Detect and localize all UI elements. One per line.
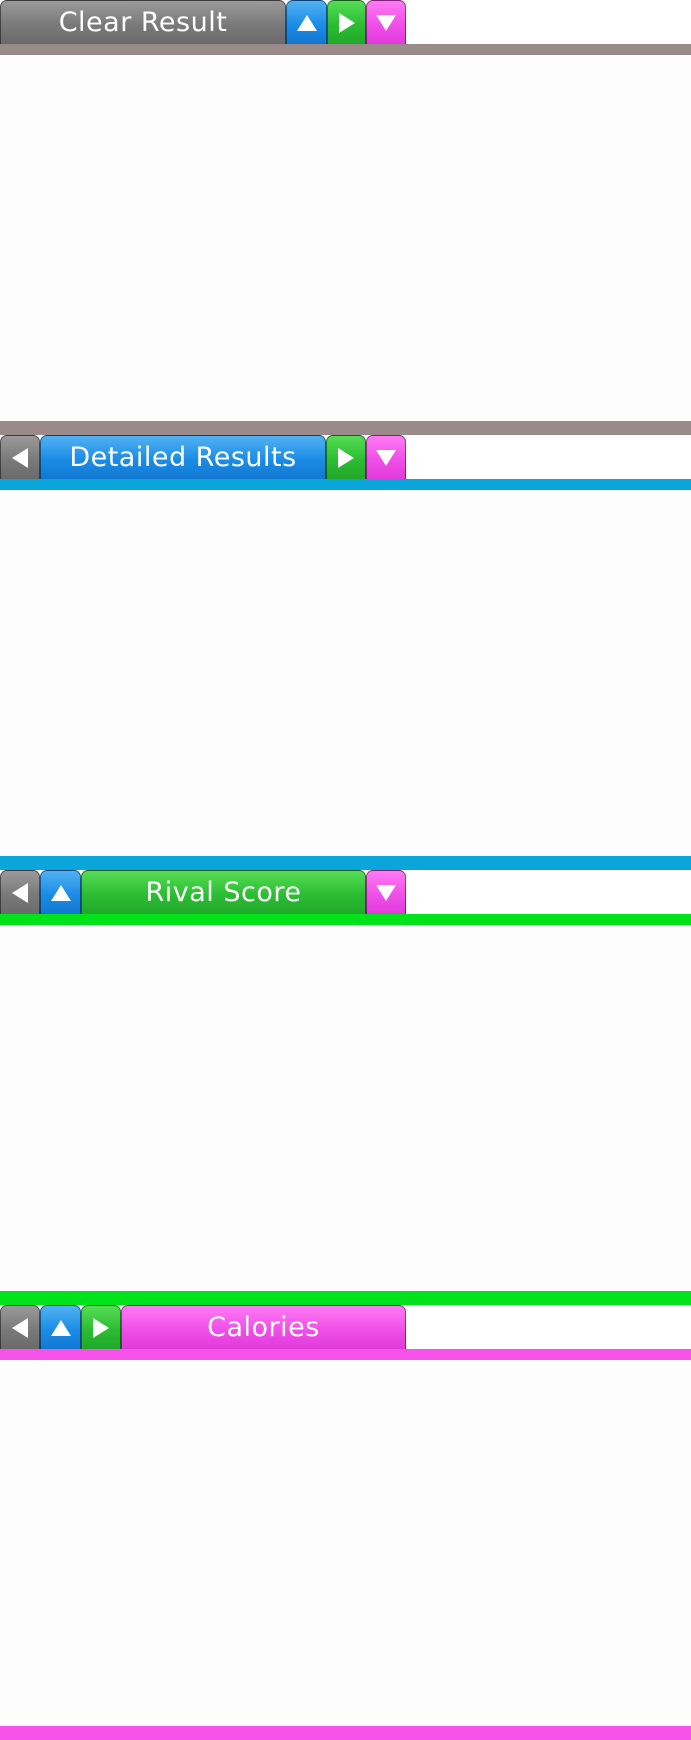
tab-detailed-results-button[interactable]: [40, 1305, 81, 1349]
right-arrow-icon: [338, 447, 354, 468]
panel-rival-score: Rival Score: [0, 870, 691, 1305]
tab-clear-result-button[interactable]: [0, 870, 40, 914]
tab-row: Detailed Results: [0, 435, 691, 479]
left-arrow-icon: [12, 1317, 28, 1338]
tab-row: Calories: [0, 1305, 691, 1349]
footer-bar: [0, 856, 691, 870]
tab-clear-result[interactable]: Clear Result: [0, 0, 286, 44]
panel-content: [0, 925, 691, 1291]
tab-rival-score[interactable]: Rival Score: [81, 870, 366, 914]
tab-rival-score-button[interactable]: [81, 1305, 121, 1349]
up-arrow-icon: [50, 1319, 71, 1336]
tab-clear-result-button[interactable]: [0, 435, 40, 479]
footer-bar: [0, 421, 691, 435]
tab-label: Clear Result: [58, 7, 228, 38]
down-arrow-icon: [376, 14, 396, 31]
header-bar: [0, 1349, 691, 1360]
tab-detailed-results-button[interactable]: [286, 0, 327, 44]
right-arrow-icon: [93, 1317, 109, 1338]
tab-detailed-results-button[interactable]: [40, 870, 81, 914]
panel-content: [0, 55, 691, 421]
footer-bar: [0, 1726, 691, 1740]
panel-content: [0, 1360, 691, 1726]
left-arrow-icon: [12, 882, 28, 903]
down-arrow-icon: [376, 449, 396, 466]
footer-bar: [0, 1291, 691, 1305]
tab-label: Calories: [207, 1312, 320, 1343]
tab-rival-score-button[interactable]: [327, 0, 366, 44]
left-arrow-icon: [12, 447, 28, 468]
tab-clear-result-button[interactable]: [0, 1305, 40, 1349]
tab-rival-score-button[interactable]: [326, 435, 366, 479]
right-arrow-icon: [338, 12, 355, 33]
panel-content: [0, 490, 691, 856]
down-arrow-icon: [376, 884, 396, 901]
panel-detailed-results: Detailed Results: [0, 435, 691, 870]
tab-calories[interactable]: Calories: [121, 1305, 406, 1349]
tab-calories-button[interactable]: [366, 0, 406, 44]
header-bar: [0, 44, 691, 55]
up-arrow-icon: [50, 884, 71, 901]
header-bar: [0, 914, 691, 925]
tab-calories-button[interactable]: [366, 870, 406, 914]
up-arrow-icon: [296, 14, 317, 31]
tab-row: Rival Score: [0, 870, 691, 914]
tab-detailed-results[interactable]: Detailed Results: [40, 435, 326, 479]
panel-calories: Calories: [0, 1305, 691, 1740]
tab-row: Clear Result: [0, 0, 691, 44]
tab-label: Rival Score: [145, 877, 302, 908]
tab-label: Detailed Results: [69, 442, 297, 473]
header-bar: [0, 479, 691, 490]
tab-calories-button[interactable]: [366, 435, 406, 479]
panel-clear-result: Clear Result: [0, 0, 691, 435]
